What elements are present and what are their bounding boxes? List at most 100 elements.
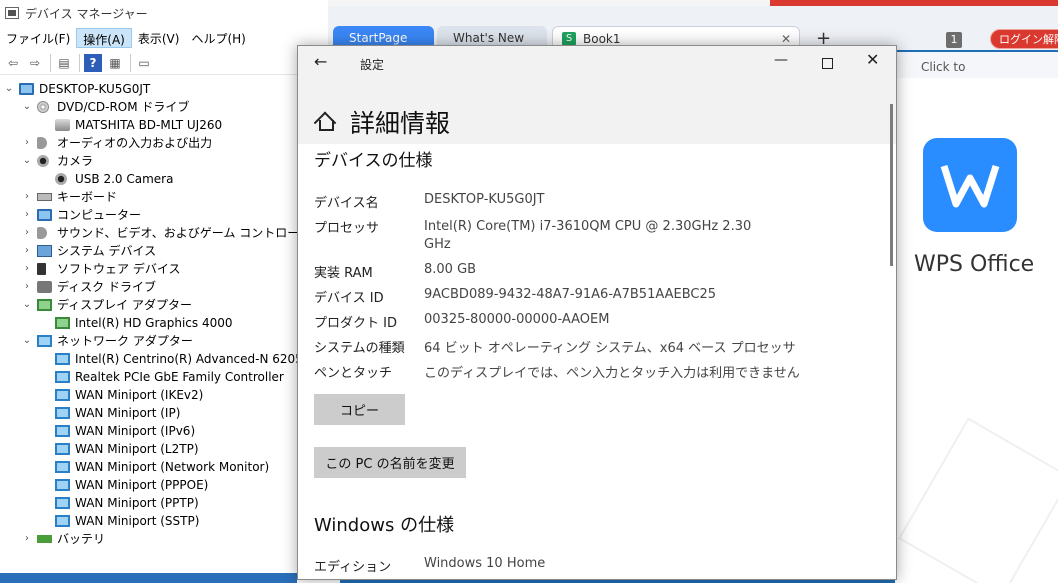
close-icon[interactable]: ✕ bbox=[866, 50, 879, 69]
cam-device-icon bbox=[55, 173, 67, 185]
collapsed-chevron-icon[interactable]: › bbox=[22, 260, 32, 278]
tree-item-label: Realtek PCIe GbE Family Controller bbox=[75, 370, 284, 384]
rename-pc-button[interactable]: この PC の名前を変更 bbox=[314, 447, 466, 478]
wps-app-name: WPS Office bbox=[914, 252, 1035, 277]
disp-device-icon bbox=[55, 317, 70, 329]
gray-device-icon bbox=[37, 281, 52, 293]
tree-item-label: ディスク ドライブ bbox=[57, 280, 156, 294]
bat-device-icon bbox=[37, 535, 52, 543]
help-icon[interactable]: ? bbox=[84, 53, 102, 72]
collapsed-chevron-icon[interactable]: › bbox=[22, 242, 32, 260]
tree-item[interactable]: WAN Miniport (IKEv2) bbox=[0, 386, 300, 404]
tree-item[interactable]: › オーディオの入力および出力 bbox=[0, 134, 300, 152]
view-icon[interactable]: ▦ bbox=[106, 54, 124, 72]
collapsed-chevron-icon[interactable]: › bbox=[22, 134, 32, 152]
tree-item[interactable]: WAN Miniport (IPv6) bbox=[0, 422, 300, 440]
maximize-icon[interactable] bbox=[822, 58, 833, 69]
settings-titlebar: ← 設定 — ✕ bbox=[298, 46, 896, 82]
spec-value: 9ACBD089-9432-48A7-91A6-A7B51AAEBC25 bbox=[424, 287, 717, 302]
back-arrow-icon[interactable]: ⇦ bbox=[4, 54, 22, 72]
tree-item[interactable]: WAN Miniport (PPTP) bbox=[0, 494, 300, 512]
tree-item-label: キーボード bbox=[57, 190, 118, 204]
collapsed-chevron-icon[interactable]: › bbox=[22, 188, 32, 206]
net-device-icon bbox=[55, 443, 70, 455]
device-tree: ⌄ DESKTOP-KU5G0JT ⌄ DVD/CD-ROM ドライブ MATSHITA… bbox=[0, 80, 323, 548]
tree-item[interactable]: › コンピューター bbox=[0, 206, 300, 224]
toolbar-separator bbox=[79, 53, 80, 72]
toolbar-separator bbox=[50, 53, 51, 72]
scrollbar[interactable] bbox=[890, 104, 893, 266]
tree-item[interactable]: USB 2.0 Camera bbox=[0, 170, 300, 188]
expanded-chevron-icon[interactable]: ⌄ bbox=[22, 296, 32, 314]
tree-item[interactable]: WAN Miniport (L2TP) bbox=[0, 440, 300, 458]
tree-item[interactable]: Intel(R) Centrino(R) Advanced-N 6205 bbox=[0, 350, 303, 368]
tree-item[interactable]: ⌄ カメラ bbox=[0, 152, 300, 170]
snd-device-icon bbox=[37, 137, 47, 149]
collapsed-chevron-icon[interactable]: › bbox=[22, 278, 32, 296]
minimize-icon[interactable]: — bbox=[774, 52, 790, 68]
toolbar-separator bbox=[130, 53, 131, 72]
net-device-icon bbox=[55, 389, 70, 401]
net-device-icon bbox=[55, 479, 70, 491]
tree-item[interactable]: ⌄ DVD/CD-ROM ドライブ bbox=[0, 98, 300, 116]
spec-value: このディスプレイでは、ペン入力とタッチ入力は利用できません bbox=[424, 366, 800, 381]
tree-item[interactable]: › サウンド、ビデオ、およびゲーム コントローラー bbox=[0, 224, 323, 242]
spec-label: 実装 RAM bbox=[314, 266, 373, 281]
tree-item-label: Intel(R) Centrino(R) Advanced-N 6205 bbox=[75, 352, 303, 366]
settings-content: デバイスの仕様 デバイス名 DESKTOP-KU5G0JT プロセッサ Inte… bbox=[298, 144, 896, 579]
back-arrow-icon[interactable]: ← bbox=[314, 52, 327, 71]
tree-item[interactable]: ⌄ ネットワーク アダプター bbox=[0, 332, 300, 350]
expanded-chevron-icon[interactable]: ⌄ bbox=[22, 152, 32, 170]
forward-arrow-icon[interactable]: ⇨ bbox=[26, 54, 44, 72]
menu-action[interactable]: 操作(A) bbox=[76, 28, 132, 48]
window-count-badge[interactable]: 1 bbox=[946, 32, 962, 48]
tree-item[interactable]: WAN Miniport (SSTP) bbox=[0, 512, 300, 530]
tree-item[interactable]: Intel(R) HD Graphics 4000 bbox=[0, 314, 300, 332]
properties-icon[interactable]: ▤ bbox=[55, 54, 73, 72]
page-title: 詳細情報 bbox=[350, 109, 451, 138]
spec-value: Windows 10 Home bbox=[424, 556, 546, 571]
device-manager-toolbar: ⇦ ⇨ ▤ ? ▦ ▭ bbox=[0, 51, 340, 75]
tree-item[interactable]: MATSHITA BD-MLT UJ260 bbox=[0, 116, 300, 134]
expanded-chevron-icon[interactable]: ⌄ bbox=[22, 98, 32, 116]
menu-help[interactable]: ヘルプ(H) bbox=[185, 28, 251, 48]
menu-view[interactable]: 表示(V) bbox=[132, 28, 186, 48]
net-device-icon bbox=[55, 497, 70, 509]
tree-item-label: WAN Miniport (IKEv2) bbox=[75, 388, 204, 402]
spec-value: 64 ビット オペレーティング システム、x64 ベース プロセッサ bbox=[424, 341, 796, 356]
home-icon[interactable] bbox=[315, 112, 335, 131]
expanded-chevron-icon[interactable]: ⌄ bbox=[4, 80, 14, 98]
copy-button[interactable]: コピー bbox=[314, 394, 405, 425]
collapsed-chevron-icon[interactable]: › bbox=[22, 530, 32, 548]
tree-item[interactable]: › キーボード bbox=[0, 188, 300, 206]
tree-item-label: MATSHITA BD-MLT UJ260 bbox=[75, 118, 223, 132]
spec-label: システムの種類 bbox=[314, 341, 405, 356]
tree-item[interactable]: WAN Miniport (PPPOE) bbox=[0, 476, 300, 494]
menu-file[interactable]: ファイル(F) bbox=[0, 28, 76, 48]
collapsed-chevron-icon[interactable]: › bbox=[22, 224, 32, 242]
tree-item[interactable]: ⌄ DESKTOP-KU5G0JT bbox=[0, 80, 300, 98]
spec-value: DESKTOP-KU5G0JT bbox=[424, 192, 545, 207]
tree-item[interactable]: WAN Miniport (IP) bbox=[0, 404, 300, 422]
tree-item[interactable]: › バッテリ bbox=[0, 530, 300, 548]
device-manager-window: デバイス マネージャー ファイル(F) 操作(A) 表示(V) ヘルプ(H) ⇦… bbox=[0, 0, 340, 583]
spec-value: 00325-80000-00000-AAOEM bbox=[424, 312, 610, 327]
wps-w-mark-icon bbox=[940, 164, 1000, 208]
mon-device-icon bbox=[37, 209, 52, 221]
expanded-chevron-icon[interactable]: ⌄ bbox=[22, 332, 32, 350]
settings-app-title: 設定 bbox=[360, 58, 385, 72]
logout-button[interactable]: ログイン解除 bbox=[990, 29, 1058, 49]
spec-value: Intel(R) Core(TM) i7-3610QM CPU @ 2.30GH… bbox=[424, 219, 752, 234]
tree-item[interactable]: › ディスク ドライブ bbox=[0, 278, 300, 296]
tree-item-label: バッテリ bbox=[57, 532, 106, 546]
tree-item[interactable]: Realtek PCIe GbE Family Controller bbox=[0, 368, 300, 386]
wps-red-strip bbox=[770, 0, 1058, 6]
tree-item[interactable]: WAN Miniport (Network Monitor) bbox=[0, 458, 300, 476]
section-heading-windows-specs: Windows の仕様 bbox=[314, 515, 455, 536]
collapsed-chevron-icon[interactable]: › bbox=[22, 206, 32, 224]
tree-item[interactable]: › ソフトウェア デバイス bbox=[0, 260, 300, 278]
search-text[interactable]: Click to bbox=[921, 60, 965, 74]
tree-item[interactable]: ⌄ ディスプレイ アダプター bbox=[0, 296, 300, 314]
tree-item[interactable]: › システム デバイス bbox=[0, 242, 300, 260]
scan-hardware-icon[interactable]: ▭ bbox=[135, 54, 153, 72]
